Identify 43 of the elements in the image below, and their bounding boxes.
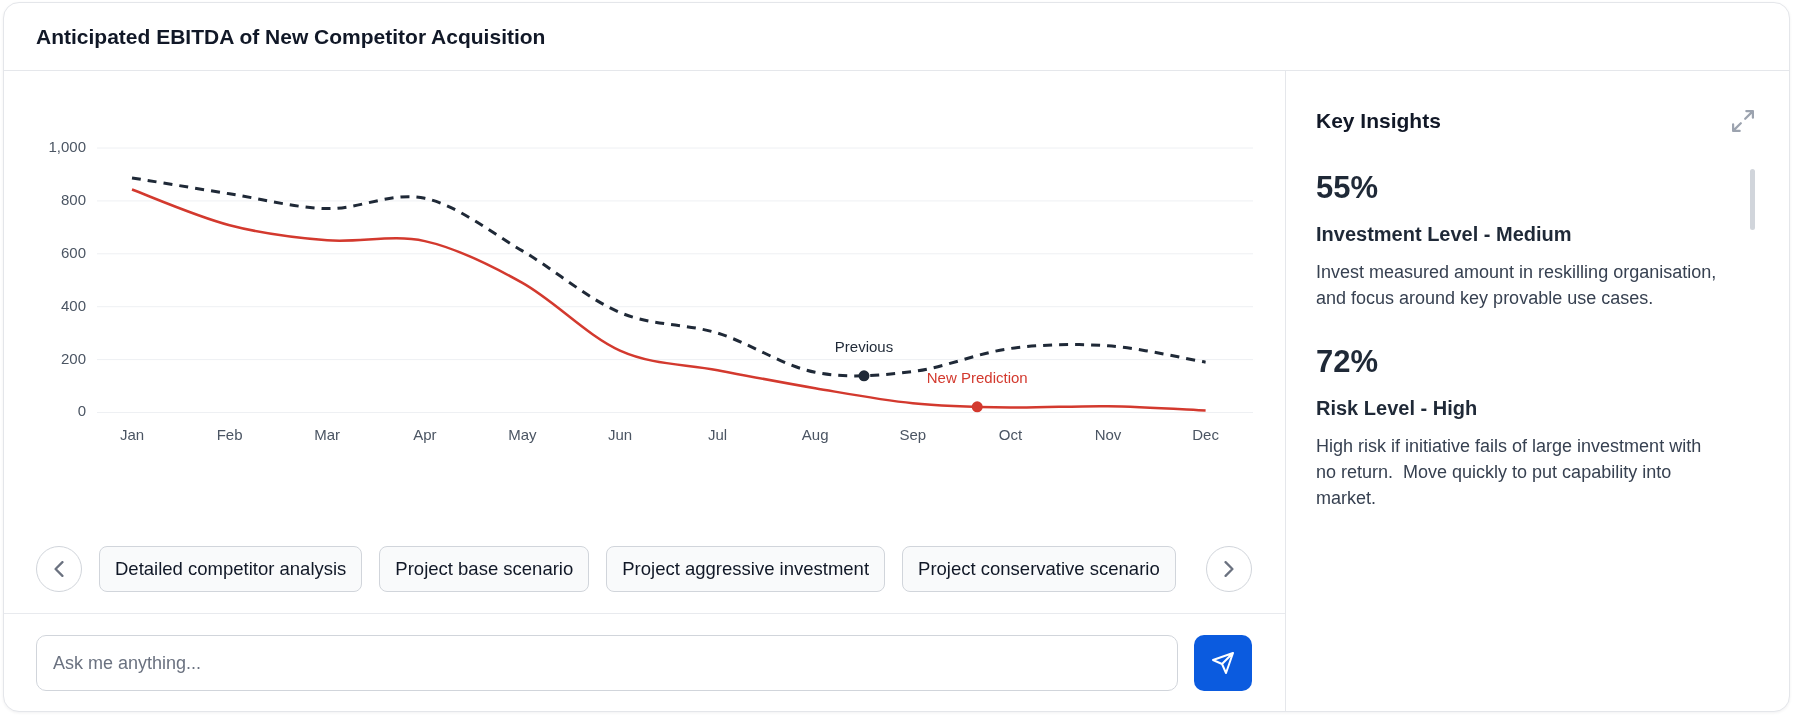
expand-icon[interactable] (1732, 110, 1754, 132)
axis-tick-label: May (508, 425, 537, 443)
insight-value: 72% (1316, 343, 1379, 380)
insight-description: Invest measured amount in reskilling organisation, and focus around key provable use cases. (1316, 261, 1718, 310)
axis-tick-label: Nov (1094, 425, 1122, 443)
panel-title: Key Insights (1316, 109, 1441, 133)
axis-tick-label: 1,000 (48, 137, 86, 155)
annotation-label: Previous (834, 337, 894, 355)
axis-tick-label: Jun (607, 425, 633, 443)
axis-tick-label: 0 (77, 402, 86, 420)
suggestion-chip[interactable]: Project base scenario (379, 546, 590, 592)
chat-input[interactable]: Ask me anything... (36, 635, 1178, 691)
axis-tick-label: 200 (60, 349, 86, 367)
suggestion-chip[interactable]: Detailed competitor analysis (99, 546, 363, 592)
insight-heading: Investment Level - Medium (1316, 222, 1572, 247)
axis-tick-label: 600 (60, 243, 86, 261)
send-button[interactable] (1194, 635, 1252, 691)
axis-tick-label: Sep (899, 425, 927, 443)
chevron-right-icon (1224, 561, 1234, 577)
chevron-left-icon (54, 561, 64, 577)
axis-tick-label: Feb (216, 425, 243, 443)
suggestion-chip[interactable]: Project conservative scenario (902, 546, 1176, 592)
axis-tick-label: Dec (1192, 425, 1219, 443)
data-point-marker (971, 401, 983, 413)
axis-tick-label: Mar (314, 425, 341, 443)
axis-tick-label: 400 (60, 296, 86, 314)
suggestion-chip[interactable]: Project aggressive investment (606, 546, 886, 592)
data-point-marker (858, 370, 870, 382)
axis-tick-label: Aug (801, 425, 829, 443)
axis-tick-label: 800 (60, 190, 86, 208)
annotation-label: New Prediction (926, 368, 1028, 386)
axis-tick-label: Jan (119, 425, 145, 443)
axis-tick-label: Jul (708, 425, 728, 443)
insight-heading: Risk Level - High (1316, 396, 1478, 421)
axis-tick-label: Oct (998, 425, 1023, 443)
next-button[interactable] (1206, 546, 1252, 592)
send-icon (1212, 652, 1234, 674)
axis-tick-label: Apr (413, 425, 437, 443)
card-title: Anticipated EBITDA of New Competitor Acquisition (36, 24, 546, 49)
previous-button[interactable] (36, 546, 82, 592)
insight-description: High risk if initiative fails of large investment with no return. Move quickly to put capability into market. (1316, 435, 1703, 510)
insight-value: 55% (1316, 169, 1379, 206)
scrollbar-thumb[interactable] (1750, 169, 1755, 230)
